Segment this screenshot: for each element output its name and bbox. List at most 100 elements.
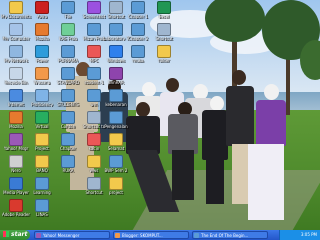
- excel-icon: [157, 1, 171, 14]
- internet-explorer-icon: [9, 89, 23, 102]
- document-icon: [87, 23, 101, 36]
- desktop-icon[interactable]: Mozilla: [28, 23, 56, 47]
- image-icon: [87, 1, 101, 14]
- desktop-icon[interactable]: PURNAMA: [54, 45, 82, 69]
- desktop-icon[interactable]: project: [102, 177, 130, 201]
- archive-icon: [109, 67, 123, 80]
- start-button[interactable]: start: [0, 230, 30, 240]
- document-icon: [61, 1, 75, 14]
- desktop-icon[interactable]: Media Player: [2, 177, 30, 201]
- desktop-icon[interactable]: Contoh: [54, 111, 82, 135]
- document-icon: [35, 89, 49, 102]
- document-icon: [61, 45, 75, 58]
- firefox-icon: [9, 111, 23, 124]
- desktop-icon[interactable]: Pengenalan: [102, 111, 130, 135]
- taskbar-task-button[interactable]: The End Of The Begin...: [192, 231, 268, 239]
- desktop-icon[interactable]: Recycle Bin: [2, 67, 30, 91]
- windows-icon: [109, 45, 123, 58]
- desktop-icon[interactable]: Yahoo! Msgr: [2, 133, 30, 157]
- document-icon: [109, 89, 123, 102]
- document-icon: [87, 89, 101, 102]
- desktop-icon-label: folder: [158, 58, 170, 63]
- desktop-icon[interactable]: Excel: [150, 1, 178, 25]
- desktop-icon[interactable]: Winamp: [28, 67, 56, 91]
- desktop-icon[interactable]: My Documents: [1, 1, 31, 25]
- desktop-icon[interactable]: Nero: [2, 155, 30, 179]
- desktop-icon[interactable]: Chapter 1: [124, 1, 152, 25]
- desktop-icon[interactable]: folder: [150, 45, 178, 69]
- folder-icon: [35, 155, 49, 168]
- desktop-icon[interactable]: KAE Prog: [54, 23, 82, 47]
- document-icon: [194, 233, 199, 238]
- desktop-icon[interactable]: kebenaran: [102, 89, 130, 113]
- desktop-icon[interactable]: Power: [28, 45, 56, 69]
- messenger-icon: [9, 133, 23, 146]
- desktop-icon[interactable]: Project: [28, 133, 56, 157]
- desktop-icon[interactable]: File: [54, 1, 82, 25]
- document-icon: [109, 111, 123, 124]
- desktop-icon[interactable]: BWP Sem 2: [102, 155, 130, 179]
- desktop-icon[interactable]: Internet: [2, 89, 30, 113]
- document-icon: [109, 155, 123, 168]
- shortcut-icon: [87, 177, 101, 190]
- desktop-icon[interactable]: STUDENTS: [54, 89, 82, 113]
- desktop-icon[interactable]: STANDARD: [54, 67, 82, 91]
- recycle-bin-icon: [9, 67, 23, 80]
- folder-icon: [109, 133, 123, 146]
- taskbar-task-button[interactable]: Blogger: SKOMPUT...: [113, 231, 189, 239]
- desktop-icon[interactable]: LINAS: [28, 199, 56, 223]
- desktop-icon[interactable]: RUKA: [54, 155, 82, 179]
- computer-icon: [9, 23, 23, 36]
- document-icon: [109, 23, 123, 36]
- desktop-icon-label: WinRAR: [108, 80, 124, 85]
- desktop-icon[interactable]: Proficiency: [28, 89, 56, 113]
- shortcut-icon: [109, 1, 123, 14]
- desktop-icon[interactable]: Learning: [28, 177, 56, 201]
- document-icon: [131, 45, 145, 58]
- media-player-icon: [9, 177, 23, 190]
- desktop-icon-label: Selamat: [107, 146, 125, 151]
- desktop-icon-label: Shortcut: [155, 36, 173, 41]
- desktop-icon-label: kebenaran: [105, 102, 127, 107]
- desktop-icon[interactable]: Virtual: [28, 111, 56, 135]
- document-icon: [87, 67, 101, 80]
- document-icon: [61, 133, 75, 146]
- app-icon: [61, 23, 75, 36]
- desktop-icon-label: LINAS: [36, 212, 48, 217]
- document-icon: [61, 155, 75, 168]
- desktop-icon[interactable]: Shortcut: [150, 23, 178, 47]
- desktop-icon[interactable]: Selamat: [102, 133, 130, 157]
- desktop-icon-label: Excel: [158, 14, 170, 19]
- app-icon: [35, 111, 49, 124]
- document-icon: [61, 67, 75, 80]
- firefox-icon: [35, 23, 49, 36]
- blogger-icon: [115, 233, 120, 238]
- document-icon: [131, 1, 145, 14]
- desktop-icon[interactable]: My Network: [2, 45, 30, 69]
- document-icon: [61, 89, 75, 102]
- desktop-icon[interactable]: My Computer: [2, 23, 30, 47]
- desktop-icon[interactable]: muka: [124, 45, 152, 69]
- document-icon: [131, 23, 145, 36]
- music-icon: [35, 67, 49, 80]
- desktop-icon[interactable]: Mozilla: [2, 111, 30, 135]
- desktop-icon[interactable]: BANQ: [28, 155, 56, 179]
- windows-logo-icon: [3, 231, 9, 237]
- taskbar: start Yahoo! Messenger Blogger: SKOMPUT..…: [0, 230, 320, 240]
- desktop-icon-label: Learning: [33, 190, 51, 195]
- folder-icon: [35, 133, 49, 146]
- desktop-icon[interactable]: WinRAR: [102, 67, 130, 91]
- system-tray: 3:05 PM: [279, 230, 320, 240]
- desktop-icon-label: Pengenalan: [104, 124, 128, 129]
- desktop-icon[interactable]: Adobe Reader: [2, 199, 30, 223]
- desktop-icon[interactable]: Chapter 2: [124, 23, 152, 47]
- pdf-icon: [9, 199, 23, 212]
- desktop-icon[interactable]: Avira: [28, 1, 56, 25]
- power-icon: [35, 45, 49, 58]
- desktop-icon[interactable]: Chapter: [54, 133, 82, 157]
- taskbar-task-button[interactable]: Yahoo! Messenger: [34, 231, 110, 239]
- antivirus-icon: [35, 1, 49, 14]
- folder-documents-icon: [9, 1, 23, 14]
- taskbar-task-label: Blogger: SKOMPUT...: [122, 233, 163, 238]
- folder-icon: [109, 177, 123, 190]
